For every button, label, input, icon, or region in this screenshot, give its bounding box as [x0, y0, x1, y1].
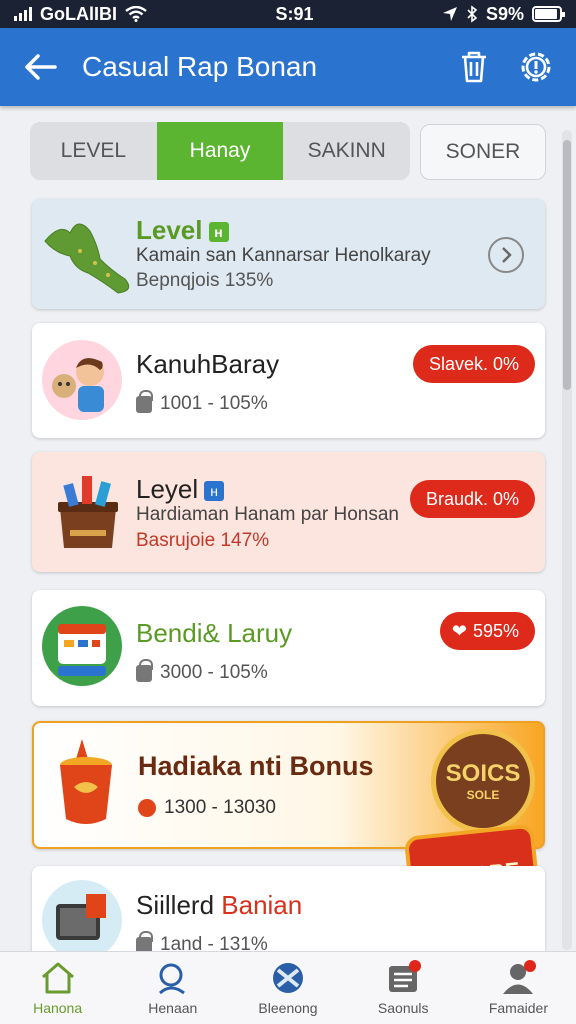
seal-text: SOICS — [445, 760, 521, 787]
list-card[interactable]: Level н Kamain san Kannarsar Henolkaray B… — [32, 199, 545, 309]
card-title: Level — [136, 215, 203, 245]
list-card[interactable]: Leyel н Hardiaman Hanam par Honsan Basruj… — [32, 452, 545, 572]
card-subtitle: Kamain san Kannarsar Henolkaray — [136, 245, 431, 266]
card-meta: Basrujoie 147% — [136, 530, 270, 551]
treasure-box-icon — [58, 476, 118, 548]
arrow-left-icon — [25, 54, 57, 80]
settings-button[interactable] — [514, 45, 558, 89]
bottom-nav: Hanona Henaan Bleenong Saonuls Famaider — [0, 951, 576, 1024]
bluetooth-icon — [467, 5, 478, 23]
drum-icon — [60, 739, 112, 824]
seal-subtext: SOLE — [466, 788, 500, 802]
heart-icon: ❤ — [451, 620, 467, 641]
scrollbar-thumb[interactable] — [563, 140, 571, 390]
tab-soner[interactable]: SONER — [420, 124, 546, 180]
nav-label: Bleenong — [258, 1000, 318, 1016]
card-meta: 1001 - 105% — [160, 393, 268, 414]
signal-icon — [14, 7, 32, 21]
gear-icon — [521, 52, 551, 82]
tv-icon — [56, 894, 106, 940]
nav-label: Famaider — [488, 1000, 548, 1016]
carrier-name: GoLAlIBI — [40, 3, 117, 24]
card-meta: 3000 - 105% — [160, 662, 268, 683]
nav-item-profile[interactable]: Famaider — [461, 952, 576, 1024]
trash-icon — [462, 51, 486, 83]
status-badge[interactable]: Braudk. 0% — [409, 480, 535, 518]
level-chip: н — [208, 222, 229, 243]
tab-bar: LEVEL Hanay SAKINN — [30, 122, 410, 180]
coin-icon — [138, 799, 156, 817]
card-meta: 1300 - 13030 — [164, 797, 276, 818]
nav-item-globe[interactable]: Bleenong — [230, 952, 345, 1024]
home-icon — [41, 962, 74, 994]
list-card[interactable]: KanuhBaray 1001 - 105% Slavek. 0% — [32, 323, 545, 438]
game-thumbnail — [42, 880, 122, 960]
tab-level[interactable]: LEVEL — [30, 122, 157, 180]
back-button[interactable] — [18, 45, 62, 89]
nav-item-list[interactable]: Saonuls — [346, 952, 461, 1024]
card-meta: Bepnqjois 135% — [136, 270, 274, 291]
battery-icon — [532, 6, 565, 22]
lock-icon — [136, 389, 153, 413]
globe-icon — [273, 963, 303, 993]
bonus-seal: SOICS SOLE — [431, 729, 535, 833]
card-title: Leyel — [136, 474, 199, 504]
nav-item-home[interactable]: Hanona — [0, 952, 115, 1024]
list-card[interactable]: Bendi& Laruy 3000 - 105% ❤ 595% — [32, 590, 545, 706]
map-icon — [44, 223, 130, 294]
location-icon — [442, 7, 457, 21]
status-bar: GoLAlIBI S:91 S9% — [0, 0, 576, 28]
app-bar: Casual Rap Bonan — [0, 28, 576, 106]
card-title: KanuhBaray — [136, 349, 280, 379]
card-title-highlight: Banian — [221, 890, 303, 920]
chevron-right-icon[interactable] — [487, 236, 525, 274]
status-badge[interactable]: ❤ 595% — [439, 612, 535, 650]
card-title: Bendi& Laruy — [136, 618, 293, 648]
lock-icon — [136, 658, 153, 682]
scrollbar[interactable] — [562, 130, 572, 950]
clock: S:91 — [275, 3, 314, 24]
search-icon — [158, 963, 185, 995]
level-chip: н — [204, 481, 225, 502]
card-title: Hadiaka nti Bonus — [138, 751, 374, 781]
tab-sakinn[interactable]: SAKINN — [283, 122, 410, 180]
calendar-icon — [58, 624, 106, 676]
nav-label: Saonuls — [377, 1000, 429, 1016]
wifi-icon — [125, 6, 147, 22]
tab-hanay[interactable]: Hanay — [156, 122, 284, 180]
badge-label: 595% — [472, 620, 519, 641]
game-thumbnail — [42, 606, 122, 686]
trash-button[interactable] — [452, 45, 496, 89]
battery-percent: S9% — [485, 3, 524, 24]
kid-character-icon — [52, 358, 104, 412]
card-title: Siillerd — [136, 890, 215, 920]
nav-item-search[interactable]: Henaan — [115, 952, 230, 1024]
page-title: Casual Rap Bonan — [82, 51, 318, 82]
avatar — [42, 340, 122, 420]
card-subtitle: Hardiaman Hanam par Honsan — [136, 504, 399, 525]
nav-label: Henaan — [148, 1000, 198, 1016]
status-badge[interactable]: Slavek. 0% — [412, 345, 535, 383]
nav-label: Hanona — [33, 1000, 83, 1016]
